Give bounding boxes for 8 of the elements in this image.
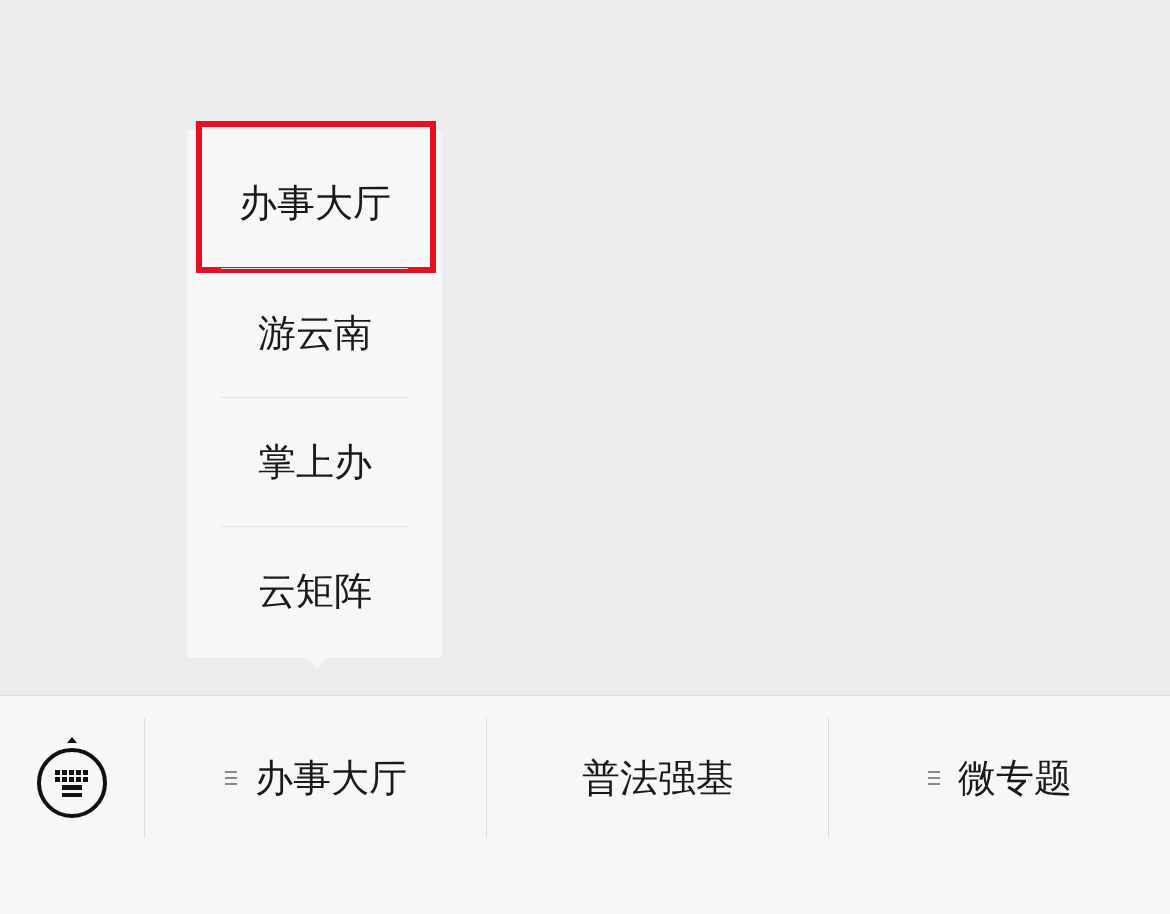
keyboard-icon[interactable] (36, 735, 108, 821)
menu-item[interactable]: 云矩阵 (257, 565, 372, 617)
menu-tab[interactable]: 普法强基 (487, 718, 829, 838)
menu-tab[interactable]: 办事大厅 (145, 718, 487, 838)
menu-tab[interactable]: 微专题 (829, 718, 1170, 838)
menu-item[interactable]: 办事大厅 (238, 178, 391, 229)
menu-item[interactable]: 掌上办 (257, 436, 372, 488)
menu-item[interactable]: 游云南 (257, 307, 372, 359)
